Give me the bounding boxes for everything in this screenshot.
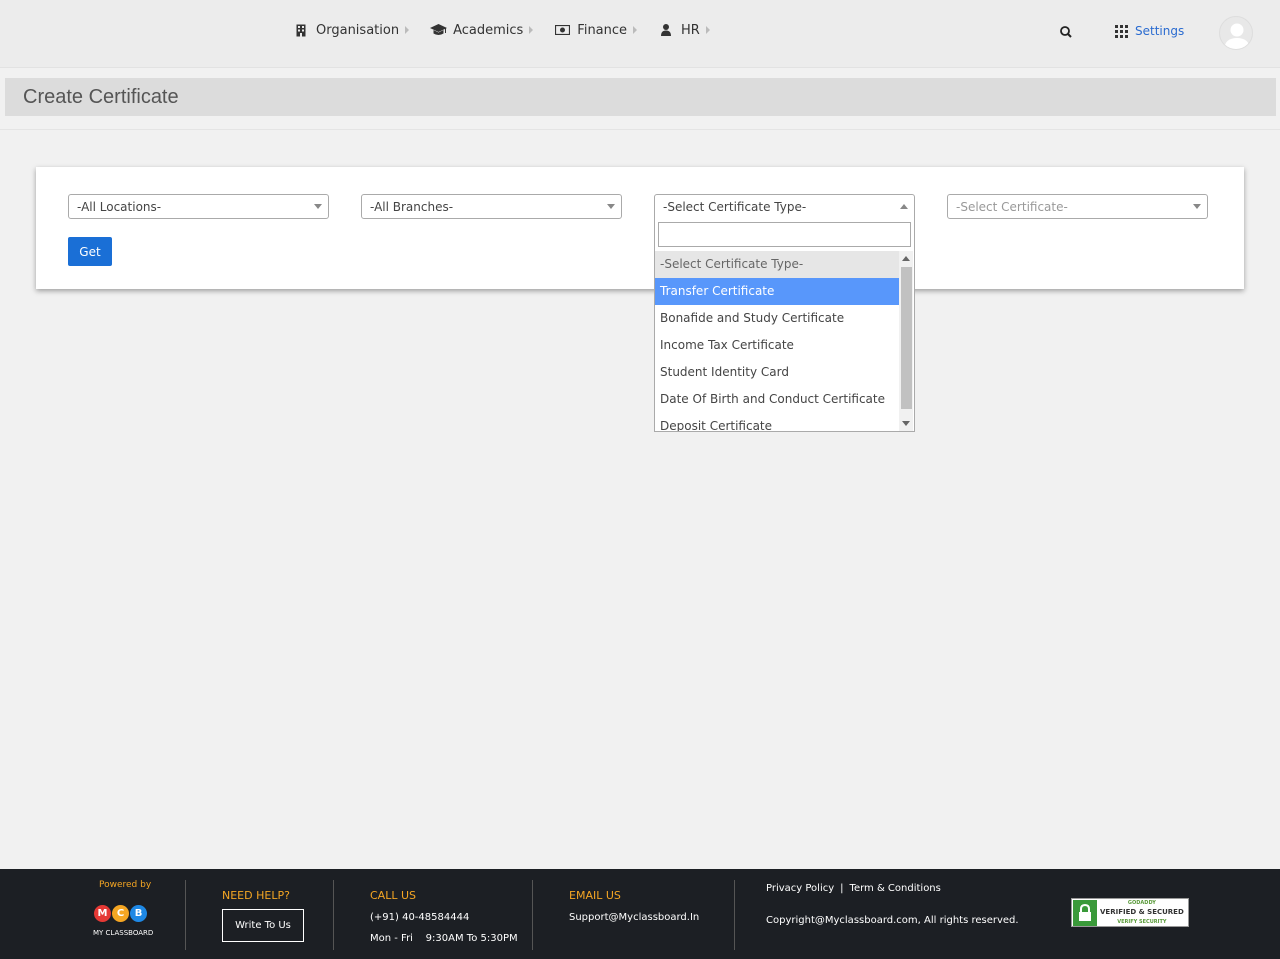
certificate-type-select-value: -Select Certificate Type- — [663, 200, 807, 214]
top-navbar: Organisation Academics Finance HR Settin… — [0, 0, 1280, 68]
nav-item-organisation[interactable]: Organisation — [282, 0, 419, 60]
chevron-down-icon — [1193, 204, 1201, 209]
building-icon — [292, 24, 310, 37]
logo-letter: M — [93, 904, 112, 923]
page-header: Create Certificate — [5, 78, 1276, 116]
search-icon[interactable] — [1058, 24, 1074, 40]
nav-item-academics[interactable]: Academics — [419, 0, 543, 60]
settings-label: Settings — [1135, 24, 1185, 38]
terms-link[interactable]: Term & Conditions — [850, 883, 941, 894]
call-us-heading: CALL US — [370, 889, 416, 902]
copyright-text: Copyright@Myclassboard.com, All rights r… — [766, 915, 1019, 926]
apps-grid-icon — [1115, 24, 1128, 38]
location-select[interactable]: -All Locations- — [68, 194, 329, 219]
divider — [0, 129, 1280, 130]
graduation-cap-icon — [429, 24, 447, 36]
nav-item-finance[interactable]: Finance — [543, 0, 647, 60]
money-icon — [553, 25, 571, 35]
chevron-down-icon — [314, 204, 322, 209]
branch-select-value: -All Branches- — [370, 200, 454, 214]
filter-card: -All Locations- -All Branches- -Select C… — [36, 167, 1244, 289]
dropdown-option[interactable]: Deposit Certificate — [655, 413, 899, 431]
seal-sub: VERIFY SECURITY — [1117, 919, 1167, 925]
divider — [333, 880, 334, 950]
nav-item-label: Organisation — [316, 22, 400, 38]
divider — [734, 880, 735, 950]
dropdown-option-highlighted[interactable]: Transfer Certificate — [655, 278, 899, 305]
seal-brand: GODADDY — [1127, 900, 1156, 906]
email-us-heading: EMAIL US — [569, 889, 621, 902]
phone-number: (+91) 40-48584444 — [370, 912, 470, 923]
get-button[interactable]: Get — [68, 237, 112, 266]
need-help-heading: NEED HELP? — [222, 889, 290, 902]
seal-main: VERIFIED & SECURED — [1100, 908, 1184, 916]
page-title: Create Certificate — [23, 86, 179, 108]
verified-seal[interactable]: GODADDY VERIFIED & SECURED VERIFY SECURI… — [1071, 898, 1189, 927]
privacy-policy-link[interactable]: Privacy Policy — [766, 883, 834, 894]
dropdown-scrollbar[interactable] — [899, 251, 913, 431]
scroll-up-icon[interactable] — [902, 256, 910, 261]
nav-item-label: Finance — [577, 22, 628, 38]
scrollbar-thumb[interactable] — [901, 267, 912, 409]
certificate-select-value: -Select Certificate- — [956, 200, 1068, 214]
chevron-down-icon — [607, 204, 615, 209]
user-icon — [657, 24, 675, 36]
branch-select[interactable]: -All Branches- — [361, 194, 622, 219]
office-hours: Mon - Fri 9:30AM To 5:30PM — [370, 933, 518, 944]
footer-links: Privacy Policy | Term & Conditions — [766, 883, 941, 894]
settings-menu[interactable]: Settings — [1115, 24, 1184, 38]
footer: Powered by M C B MY CLASSBOARD NEED HELP… — [0, 869, 1280, 959]
avatar[interactable] — [1219, 16, 1253, 50]
seal-text: GODADDY VERIFIED & SECURED VERIFY SECURI… — [1100, 898, 1184, 927]
divider — [532, 880, 533, 950]
certificate-select[interactable]: -Select Certificate- — [947, 194, 1208, 219]
write-to-us-button[interactable]: Write To Us — [222, 909, 304, 942]
lock-icon — [1073, 899, 1097, 926]
main-nav: Organisation Academics Finance HR — [282, 0, 720, 60]
caret-right-icon — [529, 26, 534, 34]
nav-item-label: HR — [681, 22, 700, 38]
caret-right-icon — [405, 26, 410, 34]
scroll-down-icon[interactable] — [902, 421, 910, 426]
nav-item-label: Academics — [453, 22, 524, 38]
dropdown-options: -Select Certificate Type- Transfer Certi… — [655, 251, 899, 431]
dropdown-option[interactable]: Student Identity Card — [655, 359, 899, 386]
link-separator: | — [840, 883, 844, 894]
logo-letter: C — [111, 904, 130, 923]
powered-by-label: Powered by — [99, 880, 152, 890]
divider — [185, 880, 186, 950]
dropdown-option[interactable]: Bonafide and Study Certificate — [655, 305, 899, 332]
caret-right-icon — [705, 26, 710, 34]
logo-label: MY CLASSBOARD — [93, 929, 154, 937]
support-email-link[interactable]: Support@Myclassboard.In — [569, 912, 699, 923]
caret-right-icon — [633, 26, 638, 34]
dropdown-option[interactable]: -Select Certificate Type- — [655, 251, 899, 278]
dropdown-option[interactable]: Income Tax Certificate — [655, 332, 899, 359]
dropdown-search-input[interactable] — [658, 222, 911, 247]
certificate-type-dropdown: -Select Certificate Type- Transfer Certi… — [654, 218, 915, 432]
certificate-type-select[interactable]: -Select Certificate Type- — [654, 194, 915, 219]
dropdown-option[interactable]: Date Of Birth and Conduct Certificate — [655, 386, 899, 413]
mcb-logo: M C B — [93, 904, 148, 923]
logo-letter: B — [129, 904, 148, 923]
nav-item-hr[interactable]: HR — [647, 0, 720, 60]
chevron-up-icon — [900, 204, 908, 209]
location-select-value: -All Locations- — [77, 200, 162, 214]
